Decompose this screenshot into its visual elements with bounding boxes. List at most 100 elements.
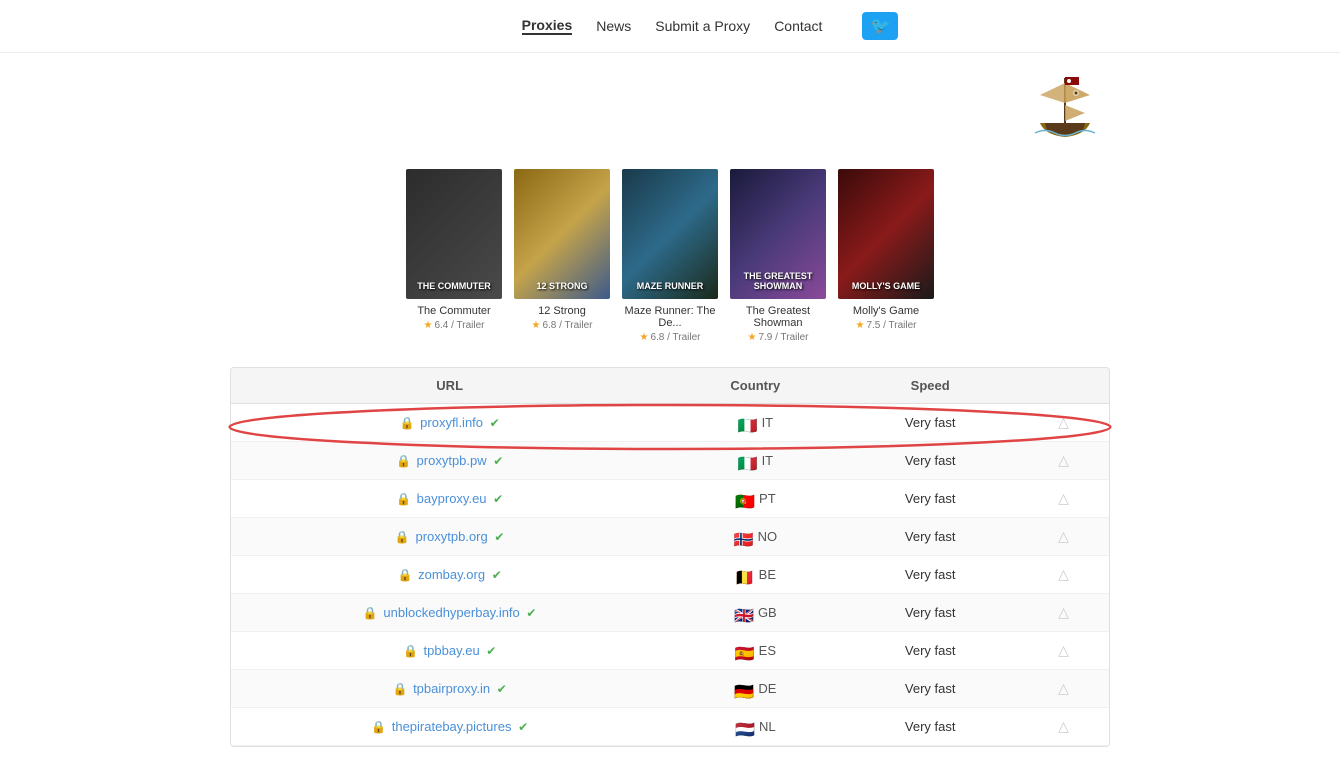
lock-icon: 🔒 [398, 568, 413, 582]
flag-cell: 🇮🇹 IT [684, 453, 826, 468]
col-country: Country [668, 368, 842, 404]
url-cell: 🔒 proxytpb.org ✔ [231, 518, 668, 556]
check-icon: ✔ [518, 720, 528, 734]
url-cell: 🔒 proxyfl.info ✔ [231, 404, 668, 442]
lock-icon: 🔒 [396, 492, 411, 506]
table-body: 🔒 proxyfl.info ✔ 🇮🇹 IT Very fast △ 🔒 pro… [231, 404, 1109, 746]
check-icon: ✔ [492, 568, 502, 582]
upload-icon[interactable]: △ [1058, 566, 1069, 582]
action-cell[interactable]: △ [1018, 632, 1109, 670]
country-cell: 🇮🇹 IT [668, 404, 842, 442]
speed-cell: Very fast [842, 708, 1018, 746]
country-code: NL [759, 719, 776, 734]
proxy-link[interactable]: tpbbay.eu [424, 643, 480, 658]
url-cell: 🔒 thepiratebay.pictures ✔ [231, 708, 668, 746]
proxy-link[interactable]: proxytpb.pw [417, 453, 487, 468]
movie-title: Molly's Game [838, 305, 934, 317]
upload-icon[interactable]: △ [1058, 490, 1069, 506]
movie-title: 12 Strong [514, 305, 610, 317]
proxy-link[interactable]: proxyfl.info [420, 415, 483, 430]
proxy-link[interactable]: unblockedhyperbay.info [383, 605, 519, 620]
proxy-link[interactable]: proxytpb.org [415, 529, 487, 544]
movie-poster-inner [514, 169, 610, 299]
country-cell: 🇪🇸 ES [668, 632, 842, 670]
movie-item[interactable]: MAZE RUNNER Maze Runner: The De... ★ 6.8… [622, 169, 718, 343]
speed-cell: Very fast [842, 404, 1018, 442]
lock-icon: 🔒 [371, 720, 386, 734]
upload-icon[interactable]: △ [1058, 718, 1069, 734]
movie-item[interactable]: THE COMMUTER The Commuter ★ 6.4 / Traile… [406, 169, 502, 343]
action-cell[interactable]: △ [1018, 518, 1109, 556]
upload-icon[interactable]: △ [1058, 414, 1069, 430]
movie-poster-inner [622, 169, 718, 299]
flag-icon: 🇧🇪 [735, 568, 755, 582]
proxy-link[interactable]: bayproxy.eu [417, 491, 487, 506]
country-cell: 🇳🇱 NL [668, 708, 842, 746]
nav-submit-proxy[interactable]: Submit a Proxy [655, 18, 750, 34]
main-content: THE COMMUTER The Commuter ★ 6.4 / Traile… [210, 53, 1130, 767]
lock-icon: 🔒 [392, 682, 407, 696]
star-icon: ★ [748, 332, 757, 343]
movie-item[interactable]: MOLLY'S GAME Molly's Game ★ 7.5 / Traile… [838, 169, 934, 343]
movie-rating: ★ 7.5 / Trailer [838, 320, 934, 331]
country-code: IT [762, 415, 774, 430]
action-cell[interactable]: △ [1018, 404, 1109, 442]
movie-item[interactable]: 12 STRONG 12 Strong ★ 6.8 / Trailer [514, 169, 610, 343]
poster-label: THE GREATEST SHOWMAN [730, 271, 826, 291]
movie-title: The Greatest Showman [730, 305, 826, 329]
upload-icon[interactable]: △ [1058, 604, 1069, 620]
speed-cell: Very fast [842, 518, 1018, 556]
movie-poster: MOLLY'S GAME [838, 169, 934, 299]
header: Proxies News Submit a Proxy Contact 🐦 [0, 0, 1340, 53]
check-icon: ✔ [526, 606, 536, 620]
url-cell: 🔒 zombay.org ✔ [231, 556, 668, 594]
upload-icon[interactable]: △ [1058, 452, 1069, 468]
rating-value: 6.4 / Trailer [434, 320, 484, 331]
country-cell: 🇮🇹 IT [668, 442, 842, 480]
movie-rating: ★ 7.9 / Trailer [730, 332, 826, 343]
flag-icon: 🇬🇧 [734, 606, 754, 620]
torrents-section: THE COMMUTER The Commuter ★ 6.4 / Traile… [230, 169, 1110, 343]
rating-value: 6.8 / Trailer [542, 320, 592, 331]
upload-icon[interactable]: △ [1058, 680, 1069, 696]
speed-cell: Very fast [842, 480, 1018, 518]
check-icon: ✔ [494, 530, 504, 544]
movie-rating: ★ 6.8 / Trailer [514, 320, 610, 331]
upload-icon[interactable]: △ [1058, 528, 1069, 544]
movie-item[interactable]: THE GREATEST SHOWMAN The Greatest Showma… [730, 169, 826, 343]
twitter-button[interactable]: 🐦 [862, 12, 898, 40]
table-row: 🔒 unblockedhyperbay.info ✔ 🇬🇧 GB Very fa… [231, 594, 1109, 632]
check-icon: ✔ [486, 644, 496, 658]
nav-news[interactable]: News [596, 18, 631, 34]
nav-contact[interactable]: Contact [774, 18, 822, 34]
country-code: DE [758, 681, 776, 696]
flag-icon: 🇮🇹 [738, 416, 758, 430]
nav-proxies[interactable]: Proxies [522, 17, 573, 35]
action-cell[interactable]: △ [1018, 442, 1109, 480]
flag-icon: 🇮🇹 [738, 454, 758, 468]
pirate-ship-icon [1025, 73, 1105, 143]
action-cell[interactable]: △ [1018, 556, 1109, 594]
movie-rating: ★ 6.4 / Trailer [406, 320, 502, 331]
twitter-icon: 🐦 [870, 16, 890, 36]
proxy-link[interactable]: thepiratebay.pictures [392, 719, 512, 734]
speed-cell: Very fast [842, 556, 1018, 594]
url-cell: 🔒 unblockedhyperbay.info ✔ [231, 594, 668, 632]
action-cell[interactable]: △ [1018, 708, 1109, 746]
check-icon: ✔ [493, 454, 503, 468]
table-row: 🔒 tpbbay.eu ✔ 🇪🇸 ES Very fast △ [231, 632, 1109, 670]
country-code: BE [759, 567, 776, 582]
action-cell[interactable]: △ [1018, 670, 1109, 708]
country-cell: 🇧🇪 BE [668, 556, 842, 594]
speed-value: Very fast [905, 643, 956, 658]
action-cell[interactable]: △ [1018, 480, 1109, 518]
country-cell: 🇩🇪 DE [668, 670, 842, 708]
country-code: PT [759, 491, 776, 506]
proxy-link[interactable]: zombay.org [418, 567, 485, 582]
upload-icon[interactable]: △ [1058, 642, 1069, 658]
action-cell[interactable]: △ [1018, 594, 1109, 632]
proxy-link[interactable]: tpbairproxy.in [413, 681, 490, 696]
flag-icon: 🇩🇪 [734, 682, 754, 696]
movie-title: The Commuter [406, 305, 502, 317]
col-url: URL [231, 368, 668, 404]
